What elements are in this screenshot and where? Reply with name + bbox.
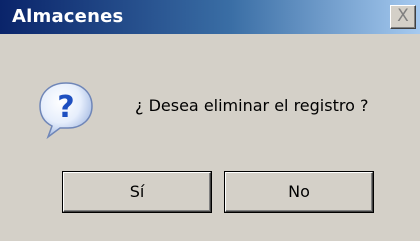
svg-text:?: ? (57, 90, 74, 125)
close-icon: X (397, 6, 409, 26)
yes-button[interactable]: Sí (63, 172, 211, 212)
dialog-message: ¿ Desea eliminar el registro ? (135, 96, 369, 115)
question-icon: ? (39, 82, 93, 139)
no-button[interactable]: No (225, 172, 373, 212)
dialog-title: Almacenes (12, 6, 124, 27)
title-bar[interactable]: Almacenes X (0, 0, 420, 34)
close-button[interactable]: X (390, 5, 416, 29)
confirm-dialog: Almacenes X ? ¿ Desea eliminar el regist… (0, 0, 420, 241)
